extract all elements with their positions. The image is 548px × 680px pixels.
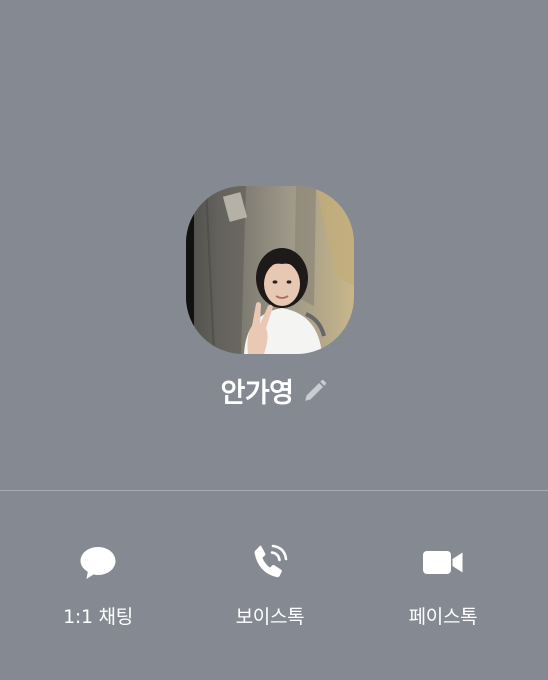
profile-photo xyxy=(186,186,354,354)
chat-button[interactable]: 1:1 채팅 xyxy=(38,540,158,640)
profile-name: 안가영 xyxy=(220,377,294,409)
face-talk-button[interactable]: 페이스톡 xyxy=(383,540,503,640)
face-talk-label: 페이스톡 xyxy=(408,606,478,628)
profile-name-row: 안가영 xyxy=(0,370,548,410)
profile-actions: 1:1 채팅 보이스톡 페이스톡 xyxy=(0,540,548,640)
chat-bubble-icon xyxy=(76,540,120,584)
voice-call-icon xyxy=(248,540,292,584)
divider xyxy=(0,490,548,491)
profile-avatar[interactable] xyxy=(186,186,354,354)
pencil-icon[interactable] xyxy=(302,378,328,404)
video-camera-icon xyxy=(421,540,465,584)
chat-label: 1:1 채팅 xyxy=(63,606,133,628)
voice-talk-label: 보이스톡 xyxy=(235,606,305,628)
voice-talk-button[interactable]: 보이스톡 xyxy=(210,540,330,640)
profile-section: 안가영 xyxy=(0,0,548,491)
